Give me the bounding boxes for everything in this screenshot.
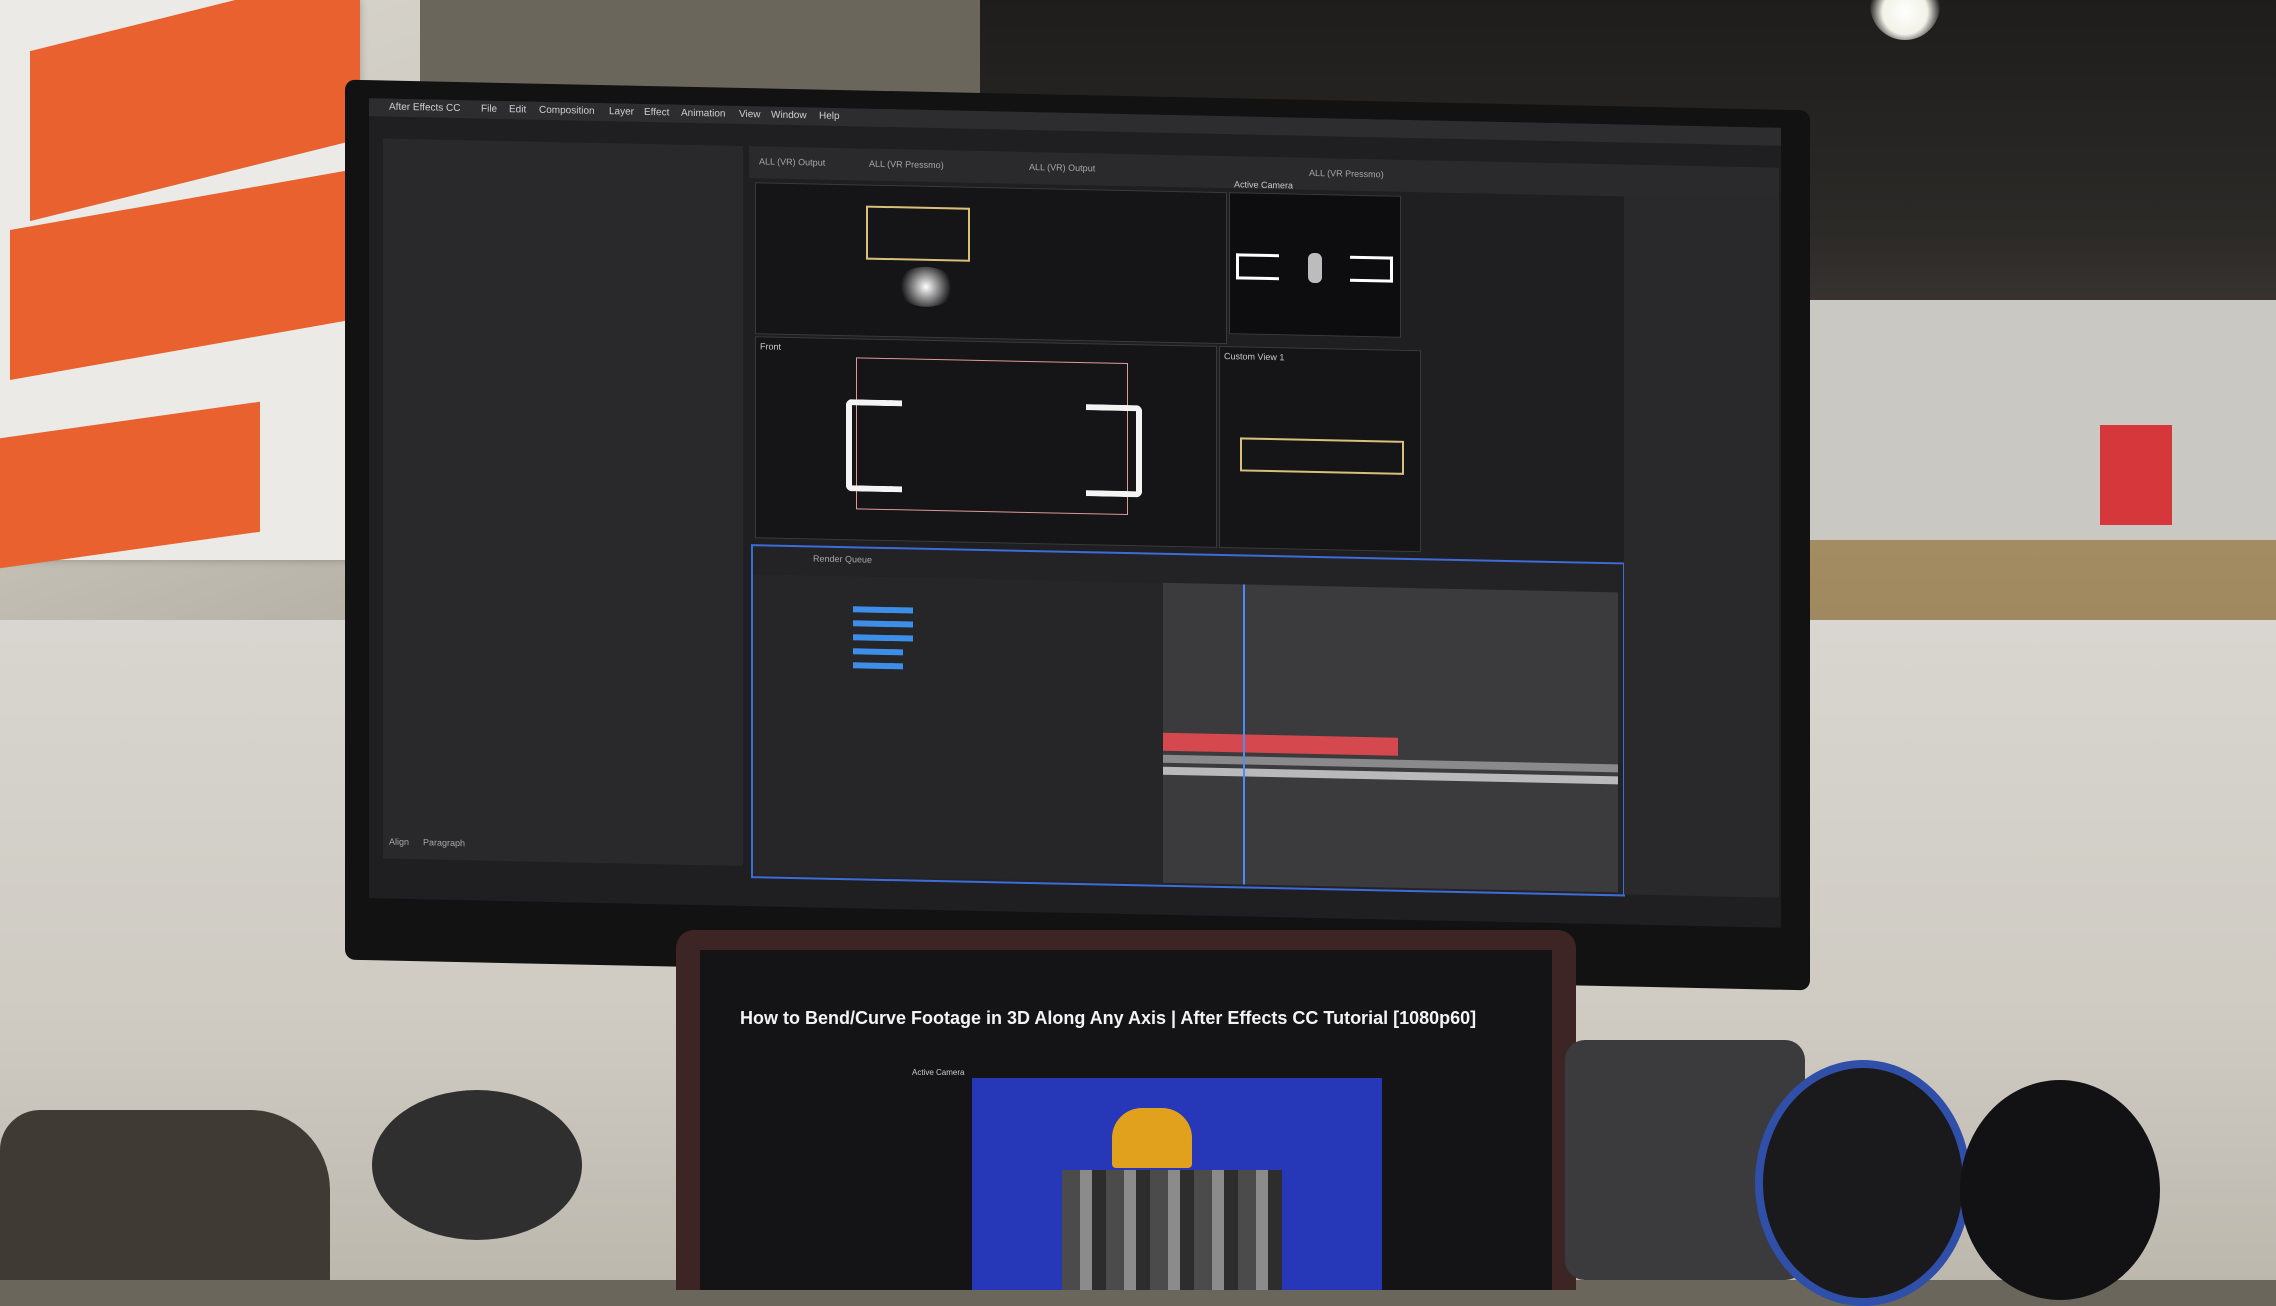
app-menubar: After Effects CC File Edit Composition L…	[369, 98, 1781, 146]
paragraph-tab[interactable]: Paragraph	[423, 837, 465, 848]
menu-help[interactable]: Help	[819, 111, 840, 122]
property-value[interactable]	[853, 634, 913, 642]
red-skull-sign	[2100, 425, 2172, 525]
layer-bar-red[interactable]	[1163, 732, 1398, 756]
front-viewport[interactable]: Front	[755, 336, 1217, 548]
left-screen-shape	[1236, 253, 1279, 281]
active-camera-viewport[interactable]: Active Camera	[1229, 179, 1401, 338]
property-value[interactable]	[853, 620, 913, 628]
menu-view[interactable]: View	[739, 109, 761, 120]
timeline-tracks[interactable]	[1163, 582, 1618, 893]
tab-pressmo[interactable]: ALL (VR Pressmo)	[869, 159, 944, 171]
monitor-screen: After Effects CC File Edit Composition L…	[369, 98, 1781, 928]
video-title: How to Bend/Curve Footage in 3D Along An…	[740, 1008, 1477, 1028]
property-value[interactable]	[853, 606, 913, 614]
poster-orange-band-3	[0, 401, 260, 569]
top-viewport[interactable]	[755, 182, 1227, 345]
front-label: Front	[760, 341, 782, 352]
right-screen-shape	[1350, 255, 1393, 283]
front-right-curve	[1086, 404, 1142, 498]
headphone-right-cup	[1960, 1080, 2160, 1300]
laptop: How to Bend/Curve Footage in 3D Along An…	[676, 930, 1576, 1290]
custom-view-label: Custom View 1	[1224, 351, 1285, 363]
playhead[interactable]	[1243, 584, 1245, 885]
wall-poster	[0, 0, 360, 569]
active-camera-label: Active Camera	[1234, 179, 1294, 191]
street-photo-footage	[1062, 1170, 1282, 1290]
property-value[interactable]	[853, 648, 903, 656]
video-composition-frame[interactable]: Active Camera	[912, 1068, 1382, 1290]
effects-panel	[1624, 194, 1779, 898]
headphone-left-cup	[1755, 1060, 1971, 1306]
property-value[interactable]	[853, 662, 903, 670]
light-glow	[896, 266, 956, 308]
layer-list[interactable]	[753, 574, 1163, 883]
menu-composition[interactable]: Composition	[539, 105, 595, 117]
timeline-panel: Render Queue	[751, 544, 1625, 897]
align-tab[interactable]: Align	[389, 837, 409, 847]
monitor: After Effects CC File Edit Composition L…	[345, 79, 1810, 991]
menu-animation[interactable]: Animation	[681, 108, 725, 120]
tab-output-2[interactable]: ALL (VR) Output	[1029, 162, 1095, 173]
laptop-active-camera-label: Active Camera	[912, 1068, 965, 1077]
project-panel: Align Paragraph	[383, 138, 743, 866]
render-queue-tab[interactable]: Render Queue	[813, 553, 872, 564]
camera-frame-top	[866, 205, 970, 262]
figure-footage	[1308, 252, 1322, 284]
laptop-screen: How to Bend/Curve Footage in 3D Along An…	[700, 950, 1552, 1290]
menu-window[interactable]: Window	[771, 110, 807, 122]
menu-app[interactable]: After Effects CC	[389, 102, 461, 114]
back-wall	[1760, 300, 2276, 560]
menu-edit[interactable]: Edit	[509, 104, 526, 115]
pringles-can	[1112, 1108, 1192, 1168]
menu-effect[interactable]: Effect	[644, 107, 669, 119]
menu-file[interactable]: File	[481, 104, 497, 115]
menu-layer[interactable]: Layer	[609, 106, 634, 118]
custom-camera-frame	[1240, 437, 1404, 475]
front-left-curve	[846, 399, 902, 493]
cloth	[0, 1110, 330, 1280]
smart-speaker	[372, 1090, 582, 1240]
tab-pressmo-2[interactable]: ALL (VR Pressmo)	[1309, 168, 1384, 180]
custom-viewport[interactable]: Custom View 1	[1219, 345, 1421, 553]
tab-output[interactable]: ALL (VR) Output	[759, 156, 825, 167]
